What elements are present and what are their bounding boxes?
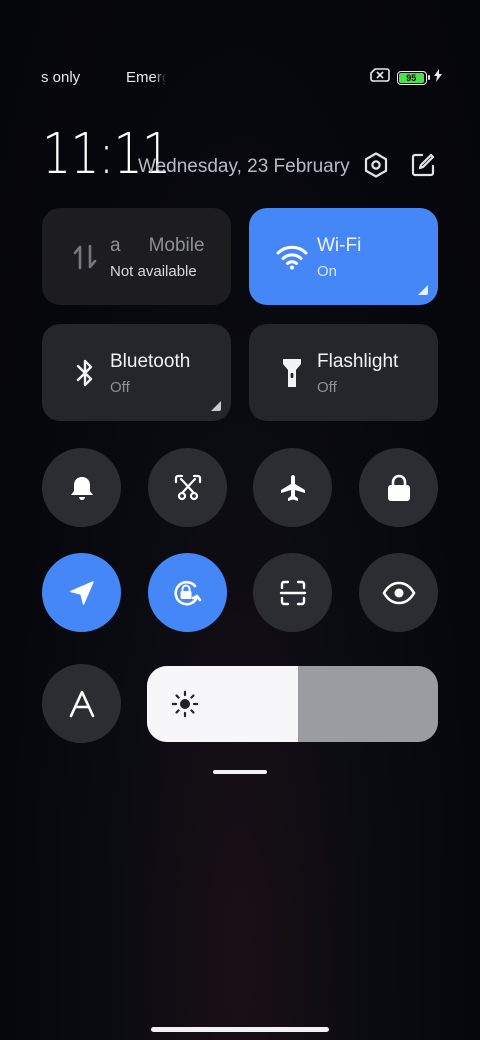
date-label: Wednesday, 23 February [138, 156, 350, 177]
reading-mode-button[interactable] [359, 553, 438, 632]
flashlight-tile[interactable]: Flashlight Off [249, 324, 438, 421]
settings-icon[interactable] [361, 150, 391, 180]
font-size-icon [69, 690, 94, 717]
rotation-lock-icon [173, 580, 201, 605]
mobile-data-title: a Mobile [110, 235, 205, 257]
battery-icon: 95 [397, 70, 430, 85]
bell-icon [70, 476, 93, 500]
charging-bolt-icon [434, 68, 442, 87]
wifi-title: Wi-Fi [317, 235, 362, 256]
brightness-level [147, 666, 299, 742]
carrier-label: s only [41, 69, 81, 86]
no-sim-icon [370, 68, 390, 87]
mobile-data-tile[interactable]: a Mobile Not available [42, 208, 231, 305]
status-icons: 95 [370, 68, 442, 87]
bluetooth-icon [68, 356, 102, 390]
bluetooth-tile[interactable]: Bluetooth Off [42, 324, 231, 421]
scanner-button[interactable] [253, 553, 332, 632]
flashlight-title: Flashlight [317, 351, 399, 372]
screenshot-scissors-icon [174, 474, 201, 500]
emergency-label: Emerg [126, 69, 166, 86]
wifi-expand-icon[interactable] [418, 285, 428, 295]
status-bar: s only Emerg 95 [0, 60, 480, 94]
flashlight-status: Off [317, 379, 337, 396]
battery-level: 95 [399, 72, 424, 83]
eye-icon [382, 581, 415, 604]
wifi-tile[interactable]: Wi-Fi On [249, 208, 438, 305]
sound-toggle-button[interactable] [42, 448, 121, 527]
screenshot-toggle-button[interactable] [148, 448, 227, 527]
wifi-icon [275, 240, 309, 274]
bluetooth-title: Bluetooth [110, 351, 191, 372]
font-size-button[interactable] [42, 664, 121, 743]
bluetooth-expand-icon[interactable] [211, 401, 221, 411]
rotation-lock-button[interactable] [148, 553, 227, 632]
scanner-icon [279, 580, 306, 605]
lock-screen-button[interactable] [359, 448, 438, 527]
brightness-slider[interactable] [147, 666, 438, 742]
sun-icon [171, 690, 199, 718]
flashlight-icon [275, 356, 309, 390]
location-icon [69, 580, 94, 605]
mobile-data-icon [68, 240, 102, 274]
wifi-status: On [317, 263, 338, 280]
location-button[interactable] [42, 553, 121, 632]
mobile-data-status: Not available [110, 263, 197, 280]
bluetooth-status: Off [110, 379, 130, 396]
mobile-data-title-prefix: a [110, 235, 121, 256]
airplane-icon [280, 474, 305, 501]
panel-drag-handle[interactable] [213, 770, 267, 774]
home-indicator[interactable] [151, 1027, 329, 1032]
edit-icon[interactable] [408, 150, 438, 180]
airplane-mode-button[interactable] [253, 448, 332, 527]
mobile-data-title-text: Mobile [148, 235, 205, 256]
lock-icon [387, 474, 410, 501]
